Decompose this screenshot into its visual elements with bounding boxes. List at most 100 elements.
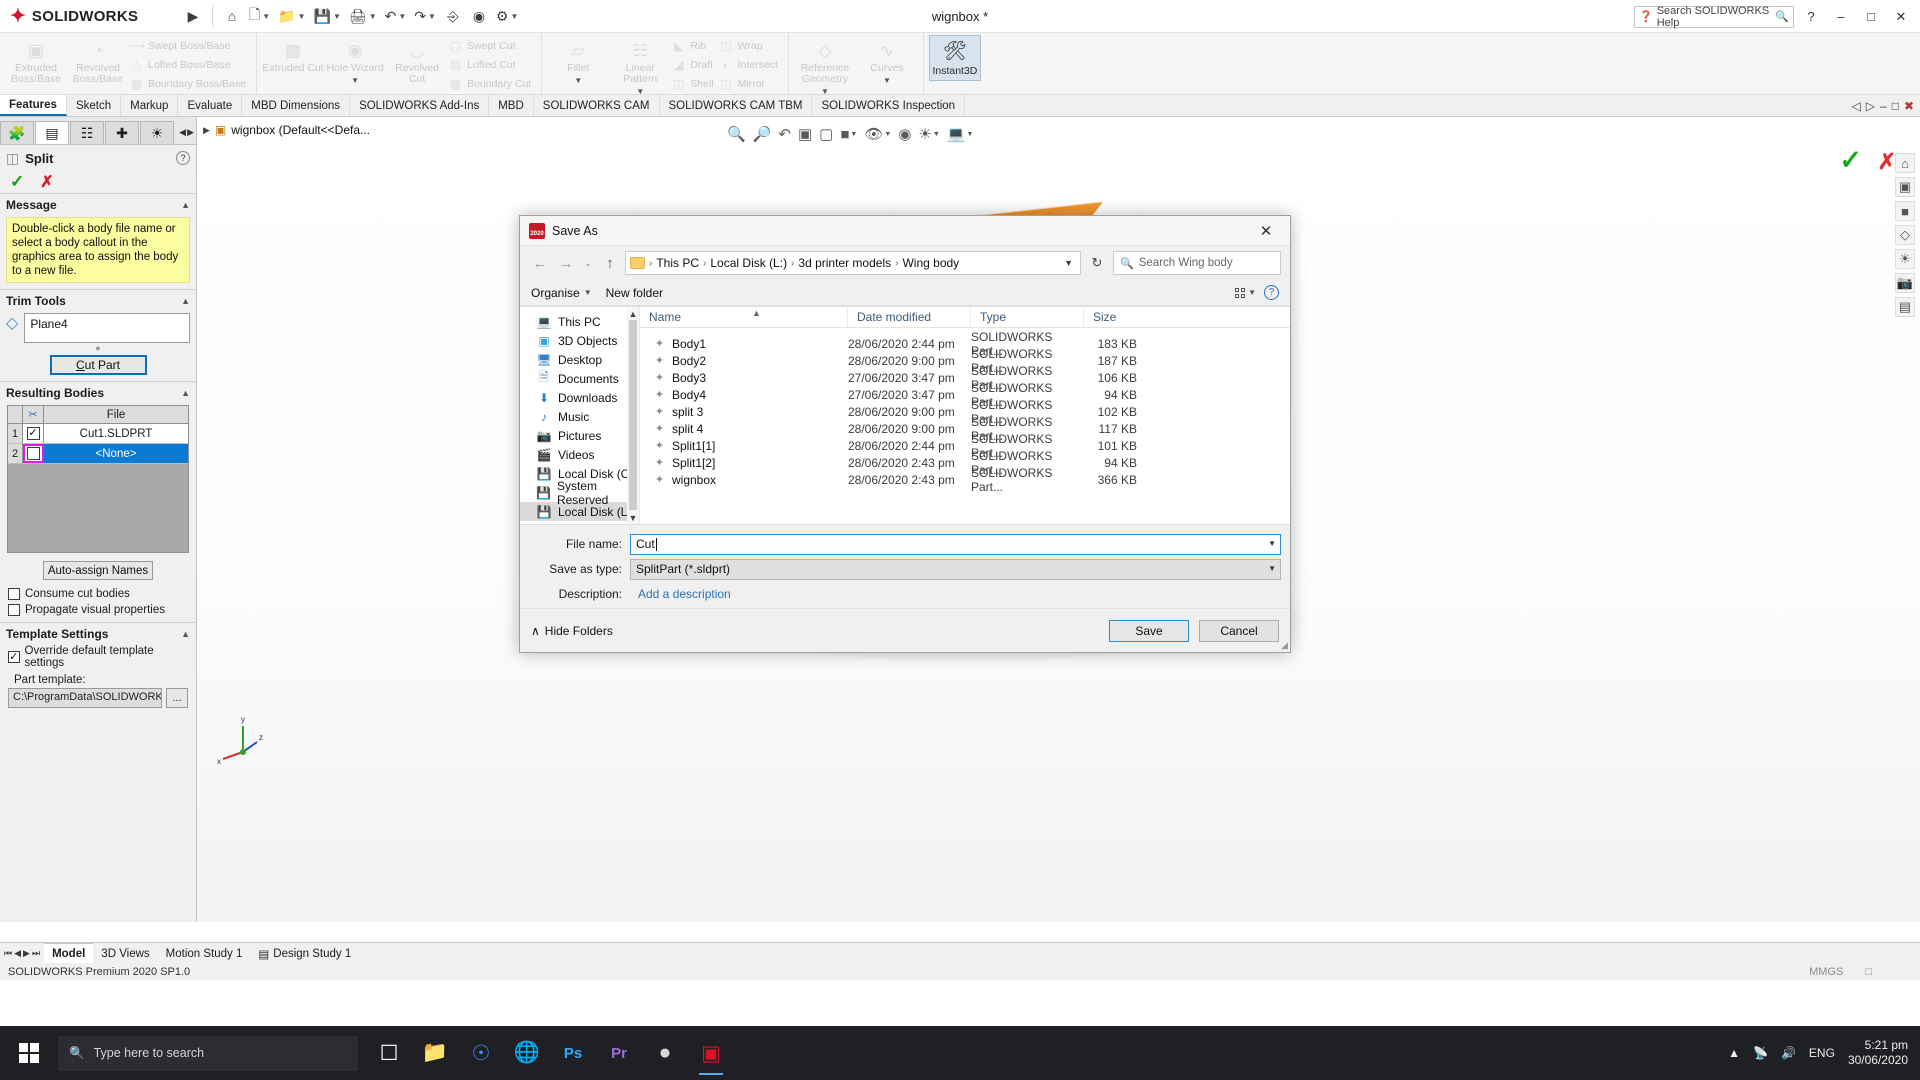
override-default-template-option[interactable]: ✓ Override default template settings — [0, 643, 196, 671]
tab-scroll-arrows[interactable]: ◀ ▶ — [179, 121, 196, 144]
solidworks-icon[interactable]: ▣ — [690, 1029, 732, 1077]
tab-solidworks-add-ins[interactable]: SOLIDWORKS Add-Ins — [350, 95, 490, 116]
trim-tools-section-header[interactable]: Trim Tools ▲ — [0, 289, 196, 310]
close-icon[interactable]: ✕ — [1248, 216, 1284, 245]
opera-icon[interactable]: ● — [644, 1029, 686, 1077]
apply-scene-icon[interactable]: ☀ ▼ — [918, 125, 939, 143]
next-tab-icon[interactable]: ▶ — [23, 948, 30, 959]
configuration-manager-tab[interactable]: ☷ — [70, 121, 104, 144]
refresh-icon[interactable]: ↻ — [1085, 251, 1109, 275]
nav-item-music[interactable]: ♪ Music — [520, 407, 639, 426]
file-explorer-icon[interactable]: 📁 — [414, 1029, 456, 1077]
redo-icon[interactable]: ↷ ▼ — [410, 3, 440, 29]
network-icon[interactable]: 📡 — [1753, 1046, 1768, 1060]
column-header-type[interactable]: Type — [971, 306, 1084, 328]
expand-triangle-icon[interactable]: ▶ — [203, 125, 210, 136]
edge-icon[interactable]: 🌐 — [506, 1029, 548, 1077]
breadcrumb-chevron-down-icon[interactable]: ▼ — [1064, 258, 1076, 268]
close-button[interactable]: ✕ — [1888, 4, 1914, 30]
open-folder-icon[interactable]: 📁 ▼ — [274, 3, 309, 29]
chevron-down-icon[interactable]: ▼ — [1268, 564, 1276, 573]
lights-icon[interactable]: ☀ — [1895, 249, 1915, 269]
swept-boss-base-button[interactable]: ⟶ Swept Boss/Base — [128, 38, 251, 54]
file-name-cell[interactable]: ✦ split 4 — [640, 422, 848, 436]
file-row[interactable]: ✦ split 3 28/06/2020 9:00 pm SOLIDWORKS P… — [640, 398, 1290, 426]
column-header-name[interactable]: Name — [640, 306, 848, 328]
nav-item-3d-objects[interactable]: ▣ 3D Objects — [520, 331, 639, 350]
section-view-icon[interactable]: ▣ — [798, 125, 812, 143]
scenes-icon[interactable]: ■ — [1895, 201, 1915, 221]
breadcrumb-local-disk[interactable]: Local Disk (L:) — [710, 256, 787, 270]
new-folder-button[interactable]: New folder — [606, 286, 663, 300]
file-row[interactable]: ✦ Body3 27/06/2020 3:47 pm SOLIDWORKS Par… — [640, 364, 1290, 392]
first-tab-icon[interactable]: ⏮ — [4, 948, 12, 959]
help-button[interactable]: ? — [1798, 4, 1824, 30]
up-button[interactable]: ↑ — [599, 252, 621, 274]
checkbox-checked[interactable]: ✓ — [8, 651, 20, 663]
motion-study-1-tab[interactable]: Motion Study 1 — [158, 943, 251, 965]
nav-pane-scrollbar[interactable]: ▲ ▼ — [627, 307, 639, 524]
nav-item-downloads[interactable]: ⬇ Downloads — [520, 388, 639, 407]
file-row[interactable]: ✦ Body2 28/06/2020 9:00 pm SOLIDWORKS Par… — [640, 347, 1290, 375]
cut-part-button[interactable]: Cut Part — [49, 355, 147, 375]
nav-item-local-disk-l[interactable]: 💾 Local Disk (L:) — [520, 502, 639, 521]
file-name-cell[interactable]: ✦ Body1 — [640, 337, 848, 351]
linear-pattern-button[interactable]: ☷ Linear Pattern ▼ — [609, 35, 671, 97]
previous-view-icon[interactable]: ↶ — [778, 125, 791, 143]
table-row[interactable]: 1 ✓ Cut1.SLDPRT — [8, 424, 188, 444]
zoom-to-fit-icon[interactable]: 🔍 — [727, 125, 746, 143]
cancel-button[interactable]: Cancel — [1199, 619, 1279, 642]
chevron-up-icon[interactable]: ▲ — [181, 200, 190, 210]
intersect-button[interactable]: ◐ Intersect — [719, 57, 783, 73]
scrollbar-thumb[interactable] — [629, 320, 637, 510]
tab-solidworks-inspection[interactable]: SOLIDWORKS Inspection — [812, 95, 966, 116]
help-icon[interactable]: ? — [176, 151, 190, 165]
display-manager-tab[interactable]: ☀ — [140, 121, 174, 144]
file-name-cell[interactable]: ✦ Split1[1] — [640, 439, 848, 453]
nav-item-system-reserved[interactable]: 💾 System Reserved — [520, 479, 639, 507]
shell-button[interactable]: ◫ Shell — [671, 76, 718, 92]
scroll-up-icon[interactable]: ▲ — [629, 307, 638, 320]
wrap-button[interactable]: ◫ Wrap — [719, 38, 783, 54]
checkbox-checked[interactable]: ✓ — [26, 427, 40, 440]
chevron-up-icon[interactable]: ▲ — [181, 629, 190, 639]
doc-close-icon[interactable]: ✖ — [1904, 99, 1914, 113]
column-header-date-modified[interactable]: Date modified — [848, 306, 971, 328]
chevron-right-icon[interactable]: ▶ — [187, 127, 194, 138]
save-as-type-select[interactable]: SplitPart (*.sldprt) ▼ — [630, 558, 1281, 580]
play-icon[interactable]: ▶ — [180, 3, 206, 29]
breadcrumb[interactable]: › This PC › Local Disk (L:) › 3d printer… — [625, 251, 1081, 275]
rib-button[interactable]: ◣ Rib — [671, 38, 718, 54]
forward-button[interactable]: → — [555, 252, 577, 274]
prev-tab-icon[interactable]: ◀ — [14, 948, 21, 959]
premiere-icon[interactable]: Pr — [598, 1029, 640, 1077]
last-tab-icon[interactable]: ⏭ — [32, 948, 40, 959]
nav-item-this-pc[interactable]: 💻 This PC — [520, 312, 639, 331]
dimxpert-tab[interactable]: ✚ — [105, 121, 139, 144]
breadcrumb-wing-body[interactable]: Wing body — [902, 256, 959, 270]
view-settings-icon[interactable]: 💻 ▼ — [947, 125, 974, 143]
taskbar-search-input[interactable]: 🔍 Type here to search — [58, 1035, 358, 1071]
decals-icon[interactable]: ◇ — [1895, 225, 1915, 245]
breadcrumb-3d-printer-models[interactable]: 3d printer models — [798, 256, 891, 270]
row-checkbox-cell[interactable] — [23, 444, 44, 463]
file-name-cell[interactable]: ✦ Body2 — [640, 354, 848, 368]
search-input[interactable]: 🔍 Search Wing body — [1113, 251, 1281, 275]
instant3d-button[interactable]: 🛠 Instant3D — [928, 35, 981, 81]
chrome-icon[interactable]: ☉ — [460, 1029, 502, 1077]
save-button[interactable]: Save — [1109, 619, 1189, 642]
propagate-visual-properties-option[interactable]: Propagate visual properties — [0, 602, 196, 618]
tab-markup[interactable]: Markup — [121, 95, 179, 116]
resize-grip-icon[interactable]: ◢ — [1281, 640, 1288, 651]
boundary-cut-button[interactable]: ▦ Boundary Cut — [448, 76, 536, 92]
save-as-dialog[interactable]: 2020 Save As ✕ ← → ⌄ ↑ › This PC › Local… — [519, 215, 1291, 653]
property-manager-tab[interactable]: ▤ — [35, 121, 69, 144]
breadcrumb-this-pc[interactable]: This PC — [656, 256, 699, 270]
resulting-bodies-section-header[interactable]: Resulting Bodies ▲ — [0, 381, 196, 402]
start-button[interactable] — [0, 1026, 58, 1080]
design-study-1-tab[interactable]: ▤ Design Study 1 — [250, 943, 359, 965]
organise-button[interactable]: Organise ▼ — [531, 286, 592, 300]
checkbox-unchecked[interactable] — [8, 604, 20, 616]
lofted-cut-button[interactable]: ▤ Lofted Cut — [448, 57, 536, 73]
file-row[interactable]: ✦ Split1[2] 28/06/2020 2:43 pm SOLIDWORKS… — [640, 449, 1290, 477]
